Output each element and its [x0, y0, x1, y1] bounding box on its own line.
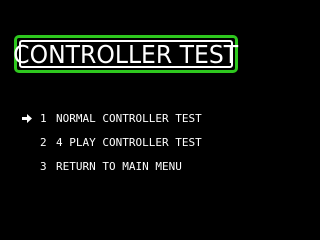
- cursor-slot: [22, 137, 40, 148]
- menu-item-label: NORMAL CONTROLLER TEST: [56, 111, 202, 125]
- menu-item-return-to-main-menu[interactable]: 3 RETURN TO MAIN MENU: [22, 154, 202, 178]
- menu-item-label: 4 PLAY CONTROLLER TEST: [56, 135, 202, 149]
- main-menu: 1 NORMAL CONTROLLER TEST 2 4 PLAY CONTRO…: [22, 106, 202, 178]
- controller-test-screen: CONTROLLER TEST 1 NORMAL CONTROLLER TEST…: [0, 0, 256, 240]
- menu-item-number: 1: [40, 111, 47, 125]
- title-frame-inner: CONTROLLER TEST: [14, 40, 238, 68]
- menu-item-label: RETURN TO MAIN MENU: [56, 159, 182, 173]
- screen-title: CONTROLLER TEST: [13, 39, 239, 69]
- menu-item-4-play-controller-test[interactable]: 2 4 PLAY CONTROLLER TEST: [22, 130, 202, 154]
- right-arrow-icon: [22, 113, 32, 123]
- menu-item-number: 2: [40, 135, 47, 149]
- menu-item-number: 3: [40, 159, 47, 173]
- title-frame: CONTROLLER TEST: [14, 35, 238, 73]
- cursor-slot: [22, 113, 40, 124]
- cursor-slot: [22, 161, 40, 172]
- menu-item-normal-controller-test[interactable]: 1 NORMAL CONTROLLER TEST: [22, 106, 202, 130]
